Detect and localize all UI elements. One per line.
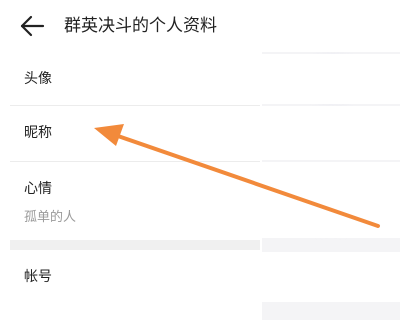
account-row[interactable]: 帐号 [0,252,400,302]
top-bar: 群英决斗的个人资料 [0,0,400,52]
section-divider [10,240,260,250]
mood-value: 孤单的人 [24,210,77,225]
nickname-row[interactable]: 昵称 [0,106,400,160]
mood-label: 心情 [24,181,52,197]
page-title: 群英决斗的个人资料 [64,16,217,36]
account-label: 帐号 [24,269,52,285]
back-arrow-icon[interactable] [18,14,46,38]
nickname-label: 昵称 [24,125,52,141]
mood-row[interactable]: 心情 孤单的人 [0,162,400,238]
avatar-label: 头像 [24,71,52,87]
avatar-row[interactable]: 头像 [0,54,400,104]
